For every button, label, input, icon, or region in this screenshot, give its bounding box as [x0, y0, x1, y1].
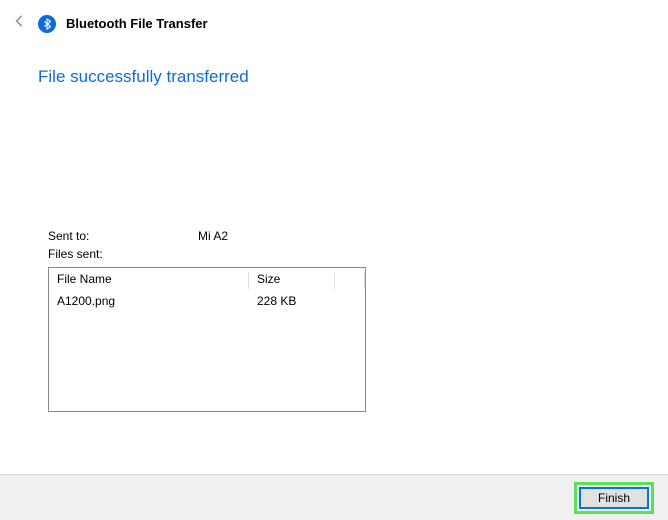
col-size[interactable]: Size — [249, 268, 335, 291]
sent-to-value: Mi A2 — [198, 227, 228, 245]
table-header-row: File Name Size — [49, 268, 365, 291]
files-table-container: File Name Size A1200.png 228 KB — [48, 267, 366, 412]
wizard-header: Bluetooth File Transfer — [0, 0, 668, 33]
cell-filename: A1200.png — [49, 291, 249, 311]
bluetooth-icon — [38, 15, 56, 33]
finish-button[interactable]: Finish — [579, 487, 649, 509]
wizard-footer: Finish — [0, 474, 668, 520]
col-spacer — [335, 268, 365, 291]
wizard-content: File successfully transferred Sent to: M… — [0, 67, 668, 412]
finish-button-label: Finish — [598, 491, 630, 505]
sent-to-row: Sent to: Mi A2 — [48, 227, 630, 245]
window-title: Bluetooth File Transfer — [66, 16, 208, 31]
finish-highlight: Finish — [574, 482, 654, 514]
files-table: File Name Size A1200.png 228 KB — [49, 268, 365, 311]
cell-size: 228 KB — [249, 291, 335, 311]
sent-to-label: Sent to: — [48, 227, 198, 245]
col-filename[interactable]: File Name — [49, 268, 249, 291]
page-heading: File successfully transferred — [38, 67, 630, 87]
files-sent-row: Files sent: — [48, 245, 630, 263]
table-row[interactable]: A1200.png 228 KB — [49, 291, 365, 311]
files-sent-label: Files sent: — [48, 245, 198, 263]
back-arrow-icon[interactable] — [12, 14, 28, 33]
